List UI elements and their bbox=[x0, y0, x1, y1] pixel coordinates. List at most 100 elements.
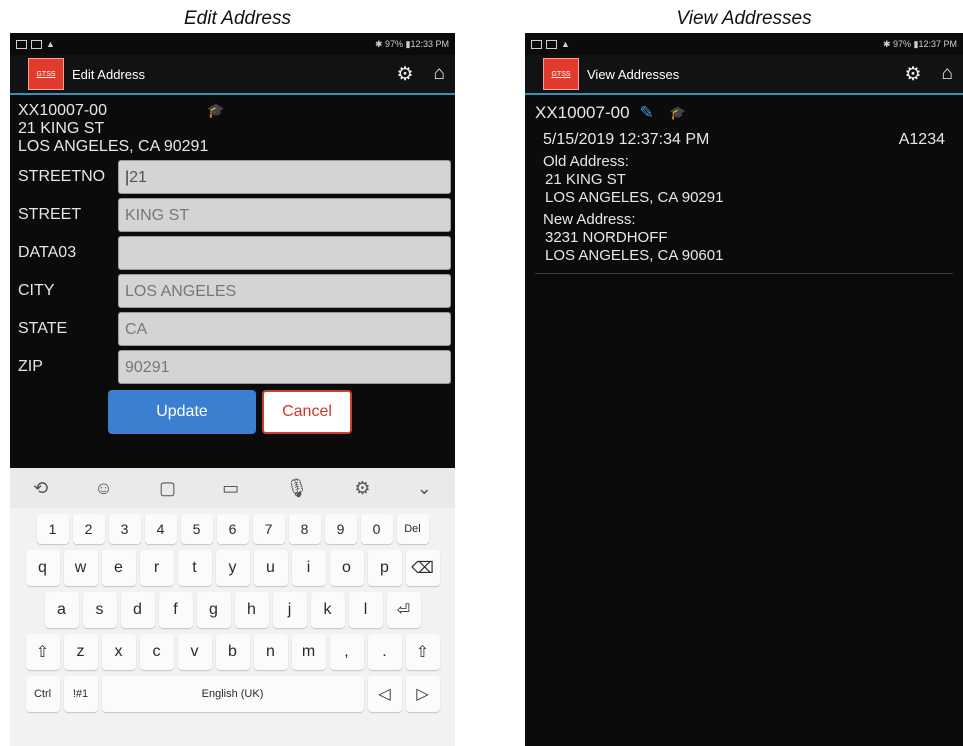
form-row-street: STREET KING ST bbox=[10, 196, 455, 234]
key-7[interactable]: 7 bbox=[252, 514, 285, 544]
graduation-cap-icon: 🎓 bbox=[206, 102, 225, 118]
key-y[interactable]: y bbox=[215, 550, 250, 586]
backspace-icon[interactable]: ⌫ bbox=[405, 550, 440, 586]
account-number-right: XX10007-00 bbox=[535, 103, 630, 122]
app-bar: GTSS Edit Address ⚙ ⌂ bbox=[10, 55, 455, 95]
old-address-line2: LOS ANGELES, CA 90291 bbox=[545, 189, 724, 206]
key-4[interactable]: 4 bbox=[144, 514, 177, 544]
letter-row-2: a s d f g h j k l ⏎ bbox=[10, 592, 455, 628]
account-info: XX10007-00 🎓 21 KING ST LOS ANGELES, CA 9… bbox=[10, 95, 455, 156]
zip-input[interactable]: 90291 bbox=[118, 350, 451, 384]
screen-title: Edit Address bbox=[72, 66, 145, 82]
number-row: 1 2 3 4 5 6 7 8 9 0 Del bbox=[10, 514, 455, 544]
collapse-icon[interactable]: ⌄ bbox=[417, 478, 432, 499]
key-8[interactable]: 8 bbox=[288, 514, 321, 544]
key-l[interactable]: l bbox=[348, 592, 383, 628]
key-x[interactable]: x bbox=[101, 634, 136, 670]
key-q[interactable]: q bbox=[25, 550, 60, 586]
form-buttons: Update Cancel bbox=[10, 390, 455, 434]
key-period[interactable]: . bbox=[367, 634, 402, 670]
key-6[interactable]: 6 bbox=[216, 514, 249, 544]
key-v[interactable]: v bbox=[177, 634, 212, 670]
update-button[interactable]: Update bbox=[108, 390, 256, 434]
handwriting-icon[interactable]: ⟲ bbox=[33, 478, 48, 499]
address-history: XX10007-00 ✎ 🎓 5/15/2019 12:37:34 PM A12… bbox=[525, 95, 963, 282]
street-input[interactable]: KING ST bbox=[118, 198, 451, 232]
cursor-right-icon[interactable]: ▷ bbox=[405, 676, 440, 712]
key-comma[interactable]: , bbox=[329, 634, 364, 670]
key-t[interactable]: t bbox=[177, 550, 212, 586]
key-e[interactable]: e bbox=[101, 550, 136, 586]
status-right-right: ✱ 97% ▮12:37 PM bbox=[882, 38, 957, 49]
space-bar[interactable]: English (UK) bbox=[101, 676, 364, 712]
key-f[interactable]: f bbox=[158, 592, 193, 628]
street-label: STREET bbox=[18, 206, 82, 223]
list-item: 5/15/2019 12:37:34 PM A1234 Old Address:… bbox=[535, 123, 953, 274]
settings-icon[interactable]: ⚙ bbox=[354, 478, 370, 499]
data03-input[interactable] bbox=[118, 236, 451, 270]
key-ctrl[interactable]: Ctrl bbox=[25, 676, 60, 712]
account-header: XX10007-00 ✎ 🎓 bbox=[535, 103, 953, 123]
sticker-icon[interactable]: ▢ bbox=[159, 478, 176, 499]
cancel-button[interactable]: Cancel bbox=[262, 390, 352, 434]
edit-address-screen: ▲ ✱ 97% ▮12:33 PM GTSS Edit Address ⚙ ⌂ … bbox=[10, 33, 455, 746]
city-label: CITY bbox=[18, 282, 55, 299]
screen-title-right: View Addresses bbox=[587, 66, 680, 82]
city-input[interactable]: LOS ANGELES bbox=[118, 274, 451, 308]
key-symbols[interactable]: !#1 bbox=[63, 676, 98, 712]
emoji-icon[interactable]: ☺ bbox=[94, 478, 112, 499]
caption-view-addresses: View Addresses bbox=[676, 8, 812, 29]
key-r[interactable]: r bbox=[139, 550, 174, 586]
key-k[interactable]: k bbox=[310, 592, 345, 628]
key-z[interactable]: z bbox=[63, 634, 98, 670]
key-o[interactable]: o bbox=[329, 550, 364, 586]
shift-right-icon[interactable]: ⇧ bbox=[405, 634, 440, 670]
key-m[interactable]: m bbox=[291, 634, 326, 670]
microphone-icon[interactable]: 🎙 bbox=[285, 478, 308, 499]
key-j[interactable]: j bbox=[272, 592, 307, 628]
key-3[interactable]: 3 bbox=[108, 514, 141, 544]
key-h[interactable]: h bbox=[234, 592, 269, 628]
gear-icon[interactable]: ⚙ bbox=[904, 63, 921, 86]
home-icon[interactable]: ⌂ bbox=[942, 63, 953, 85]
key-p[interactable]: p bbox=[367, 550, 402, 586]
key-1[interactable]: 1 bbox=[36, 514, 69, 544]
gtss-logo: GTSS bbox=[28, 58, 64, 90]
key-del[interactable]: Del bbox=[396, 514, 429, 544]
gear-icon[interactable]: ⚙ bbox=[396, 63, 413, 86]
new-address-line2: LOS ANGELES, CA 90601 bbox=[545, 247, 724, 264]
state-input[interactable]: CA bbox=[118, 312, 451, 346]
key-c[interactable]: c bbox=[139, 634, 174, 670]
bottom-row: Ctrl !#1 English (UK) ◁ ▷ bbox=[10, 676, 455, 712]
account-number: XX10007-00 bbox=[18, 102, 107, 119]
shift-left-icon[interactable]: ⇧ bbox=[25, 634, 60, 670]
key-a[interactable]: a bbox=[44, 592, 79, 628]
key-9[interactable]: 9 bbox=[324, 514, 357, 544]
home-icon[interactable]: ⌂ bbox=[434, 63, 445, 85]
gtss-logo-right: GTSS bbox=[543, 58, 579, 90]
cursor-left-icon[interactable]: ◁ bbox=[367, 676, 402, 712]
form-row-data03: DATA03 bbox=[10, 234, 455, 272]
key-2[interactable]: 2 bbox=[72, 514, 105, 544]
address-line2: LOS ANGELES, CA 90291 bbox=[18, 138, 209, 155]
notification-icons: ▲ bbox=[16, 39, 55, 49]
key-i[interactable]: i bbox=[291, 550, 326, 586]
old-address-line1: 21 KING ST bbox=[545, 171, 626, 188]
letter-row-1: q w e r t y u i o p ⌫ bbox=[10, 550, 455, 586]
key-s[interactable]: s bbox=[82, 592, 117, 628]
key-w[interactable]: w bbox=[63, 550, 98, 586]
view-addresses-screen: ▲ ✱ 97% ▮12:37 PM GTSS View Addresses ⚙ … bbox=[525, 33, 963, 746]
letter-row-3: ⇧ z x c v b n m , . ⇧ bbox=[10, 634, 455, 670]
key-g[interactable]: g bbox=[196, 592, 231, 628]
pencil-icon[interactable]: ✎ bbox=[640, 103, 654, 123]
gif-icon[interactable]: ▭ bbox=[222, 478, 239, 499]
key-n[interactable]: n bbox=[253, 634, 288, 670]
key-u[interactable]: u bbox=[253, 550, 288, 586]
status-bar-right: ▲ ✱ 97% ▮12:37 PM bbox=[525, 33, 963, 55]
key-5[interactable]: 5 bbox=[180, 514, 213, 544]
key-d[interactable]: d bbox=[120, 592, 155, 628]
enter-icon[interactable]: ⏎ bbox=[386, 592, 421, 628]
key-0[interactable]: 0 bbox=[360, 514, 393, 544]
key-b[interactable]: b bbox=[215, 634, 250, 670]
streetno-input[interactable]: |21 bbox=[118, 160, 451, 194]
